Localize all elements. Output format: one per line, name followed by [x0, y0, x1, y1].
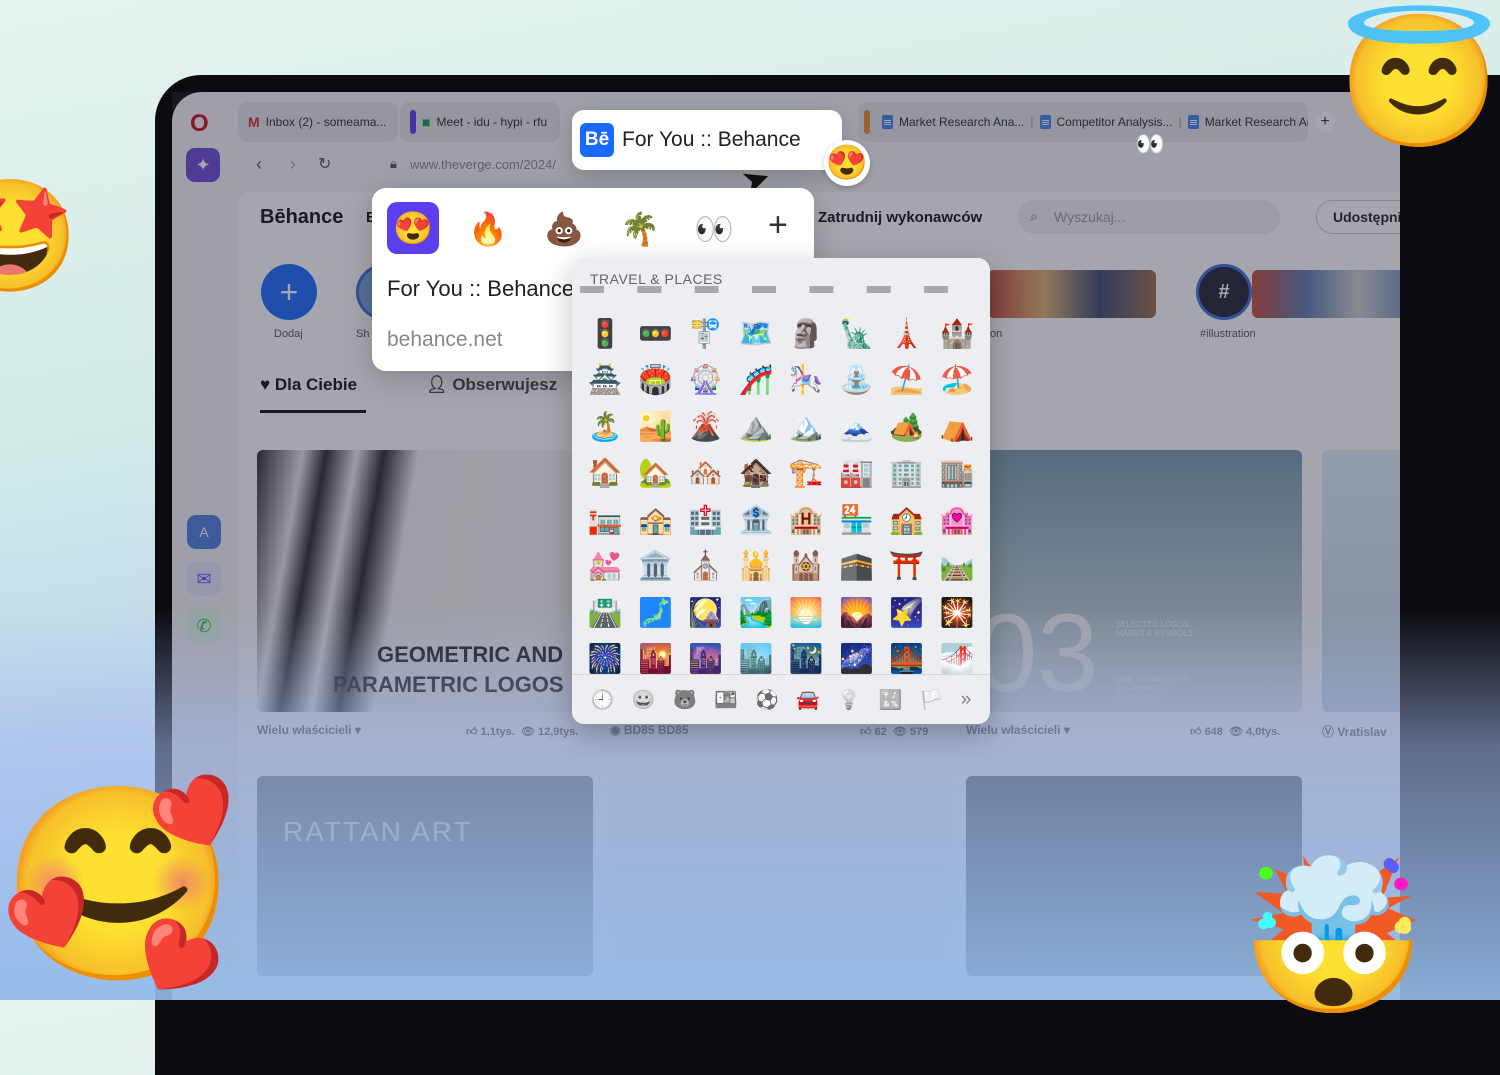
emoji-item[interactable]: 🗽	[831, 310, 881, 357]
emoji-item[interactable]: 🎠	[781, 357, 831, 404]
emoji-item[interactable]: 🏢	[882, 450, 932, 497]
emoji-item[interactable]: 🏬	[932, 450, 982, 497]
reaction-fire[interactable]: 🔥	[468, 210, 508, 248]
smileys-icon[interactable]: 😀	[632, 688, 656, 712]
emoji-item[interactable]: 🏝️	[580, 403, 630, 450]
emoji-item[interactable]: 🏤	[630, 496, 680, 543]
hearts-emoji-decor: 🥰	[0, 779, 237, 991]
emoji-item[interactable]: 🗺️	[731, 310, 781, 357]
emoji-item[interactable]: 🏕️	[882, 403, 932, 450]
emoji-item[interactable]: 🏡	[630, 450, 680, 497]
emoji-item[interactable]: ⛱️	[882, 357, 932, 404]
behance-icon: Bē	[580, 123, 614, 157]
emoji-picker: TRAVEL & PLACES ▬ ▬ ▬ ▬ ▬ ▬ ▬ 🚦🚥🚏🗺️🗿🗽🗼🏰 🏯…	[572, 258, 990, 724]
emoji-item[interactable]: 🗾	[630, 589, 680, 636]
emoji-item[interactable]: 🕍	[781, 543, 831, 590]
emoji-item[interactable]: ⛲	[831, 357, 881, 404]
emoji-item[interactable]: 🌅	[781, 589, 831, 636]
emoji-item[interactable]: 🌄	[831, 589, 881, 636]
objects-icon[interactable]: 💡	[837, 688, 861, 712]
travel-icon[interactable]: 🚘	[796, 688, 820, 712]
symbols-icon[interactable]: 🔣	[878, 688, 902, 712]
emoji-item[interactable]: 💒	[580, 543, 630, 590]
tab-behance-active[interactable]: Bē For You :: Behance	[572, 110, 842, 170]
emoji-item[interactable]: ⛩️	[882, 543, 932, 590]
more-categories-icon[interactable]: »	[961, 689, 972, 711]
emoji-item[interactable]: 🕌	[731, 543, 781, 590]
mind-blown-emoji-decor: 🤯	[1240, 853, 1427, 1021]
emoji-item[interactable]: 🗿	[781, 310, 831, 357]
emoji-item[interactable]: 🏩	[932, 496, 982, 543]
emoji-item[interactable]: 🏔️	[781, 403, 831, 450]
emoji-item[interactable]: 🛣️	[580, 589, 630, 636]
emoji-item[interactable]: 🎢	[731, 357, 781, 404]
emoji-item[interactable]: 🎇	[932, 589, 982, 636]
reaction-selected[interactable]: 😍	[387, 202, 439, 254]
emoji-item[interactable]: 🏨	[781, 496, 831, 543]
popup-domain: behance.net	[387, 328, 503, 351]
emoji-item[interactable]: 🏫	[882, 496, 932, 543]
reaction-poop[interactable]: 💩	[544, 210, 584, 248]
emoji-item[interactable]: 🏥	[681, 496, 731, 543]
emoji-category-title: TRAVEL & PLACES	[590, 271, 723, 287]
animals-icon[interactable]: 🐻	[673, 688, 697, 712]
emoji-item[interactable]: 🚦	[580, 310, 630, 357]
emoji-item[interactable]: 🏟️	[630, 357, 680, 404]
tab-emoji-badge[interactable]: 😍	[824, 140, 870, 186]
emoji-item[interactable]: 🏣	[580, 496, 630, 543]
emoji-item[interactable]: 🏰	[932, 310, 982, 357]
emoji-item[interactable]: ⛪	[681, 543, 731, 590]
emoji-item[interactable]: 🏦	[731, 496, 781, 543]
emoji-item[interactable]: 🏘️	[681, 450, 731, 497]
reaction-eyes[interactable]: 👀	[694, 210, 734, 248]
tab-eyes-emoji: 👀	[1135, 131, 1165, 158]
emoji-item[interactable]: 🚥	[630, 310, 680, 357]
emoji-item[interactable]: 🚏	[681, 310, 731, 357]
popup-title: For You :: Behance	[387, 276, 575, 301]
emoji-item[interactable]: 🏯	[580, 357, 630, 404]
emoji-item[interactable]: ⛺	[932, 403, 982, 450]
recent-icon[interactable]: 🕘	[591, 688, 615, 712]
emoji-item[interactable]: 🎡	[681, 357, 731, 404]
emoji-item[interactable]: 🎑	[681, 589, 731, 636]
reaction-palm-tree[interactable]: 🌴	[620, 210, 660, 248]
emoji-item[interactable]: 🏛️	[630, 543, 680, 590]
emoji-item[interactable]: 🏞️	[731, 589, 781, 636]
emoji-item[interactable]: ⛰️	[731, 403, 781, 450]
emoji-item[interactable]: 🏗️	[781, 450, 831, 497]
emoji-grid: 🚦 🚥 🚏 🗺️ 🗿 🗽 🗼 🏰 🏯 🏟️ 🎡 🎢 🎠 ⛲ ⛱️ 🏖️ 🏝️ 🏜️ 🌋 ⛰️ 🏔️ 🗻 🏕️ ⛺ 🏠 🏡 🏘️ 🏚️ 🏗…	[580, 310, 982, 682]
halo-emoji-decor: 😇	[1338, 8, 1500, 154]
flags-icon[interactable]: 🏳️	[920, 688, 944, 712]
emoji-item[interactable]: 🏭	[831, 450, 881, 497]
emoji-item[interactable]: 🗻	[831, 403, 881, 450]
activity-icon[interactable]: ⚽	[755, 688, 779, 712]
emoji-item[interactable]: 🏜️	[630, 403, 680, 450]
emoji-item[interactable]: 🏠	[580, 450, 630, 497]
food-icon[interactable]: 🍱	[714, 688, 738, 712]
emoji-item[interactable]: 🌋	[681, 403, 731, 450]
emoji-item[interactable]: 🏪	[831, 496, 881, 543]
emoji-row-partial: ▬ ▬ ▬ ▬ ▬ ▬ ▬	[580, 286, 982, 300]
emoji-item[interactable]: 🌠	[882, 589, 932, 636]
emoji-item[interactable]: 🗼	[882, 310, 932, 357]
emoji-item[interactable]: 🏚️	[731, 450, 781, 497]
emoji-item[interactable]: 🕋	[831, 543, 881, 590]
emoji-item[interactable]: 🛤️	[932, 543, 982, 590]
emoji-item[interactable]: 🏖️	[932, 357, 982, 404]
add-reaction-button[interactable]: +	[768, 206, 788, 245]
star-eyes-emoji-decor: 🤩	[0, 175, 79, 298]
emoji-category-bar: 🕘 😀 🐻 🍱 ⚽ 🚘 💡 🔣 🏳️ »	[572, 674, 990, 724]
